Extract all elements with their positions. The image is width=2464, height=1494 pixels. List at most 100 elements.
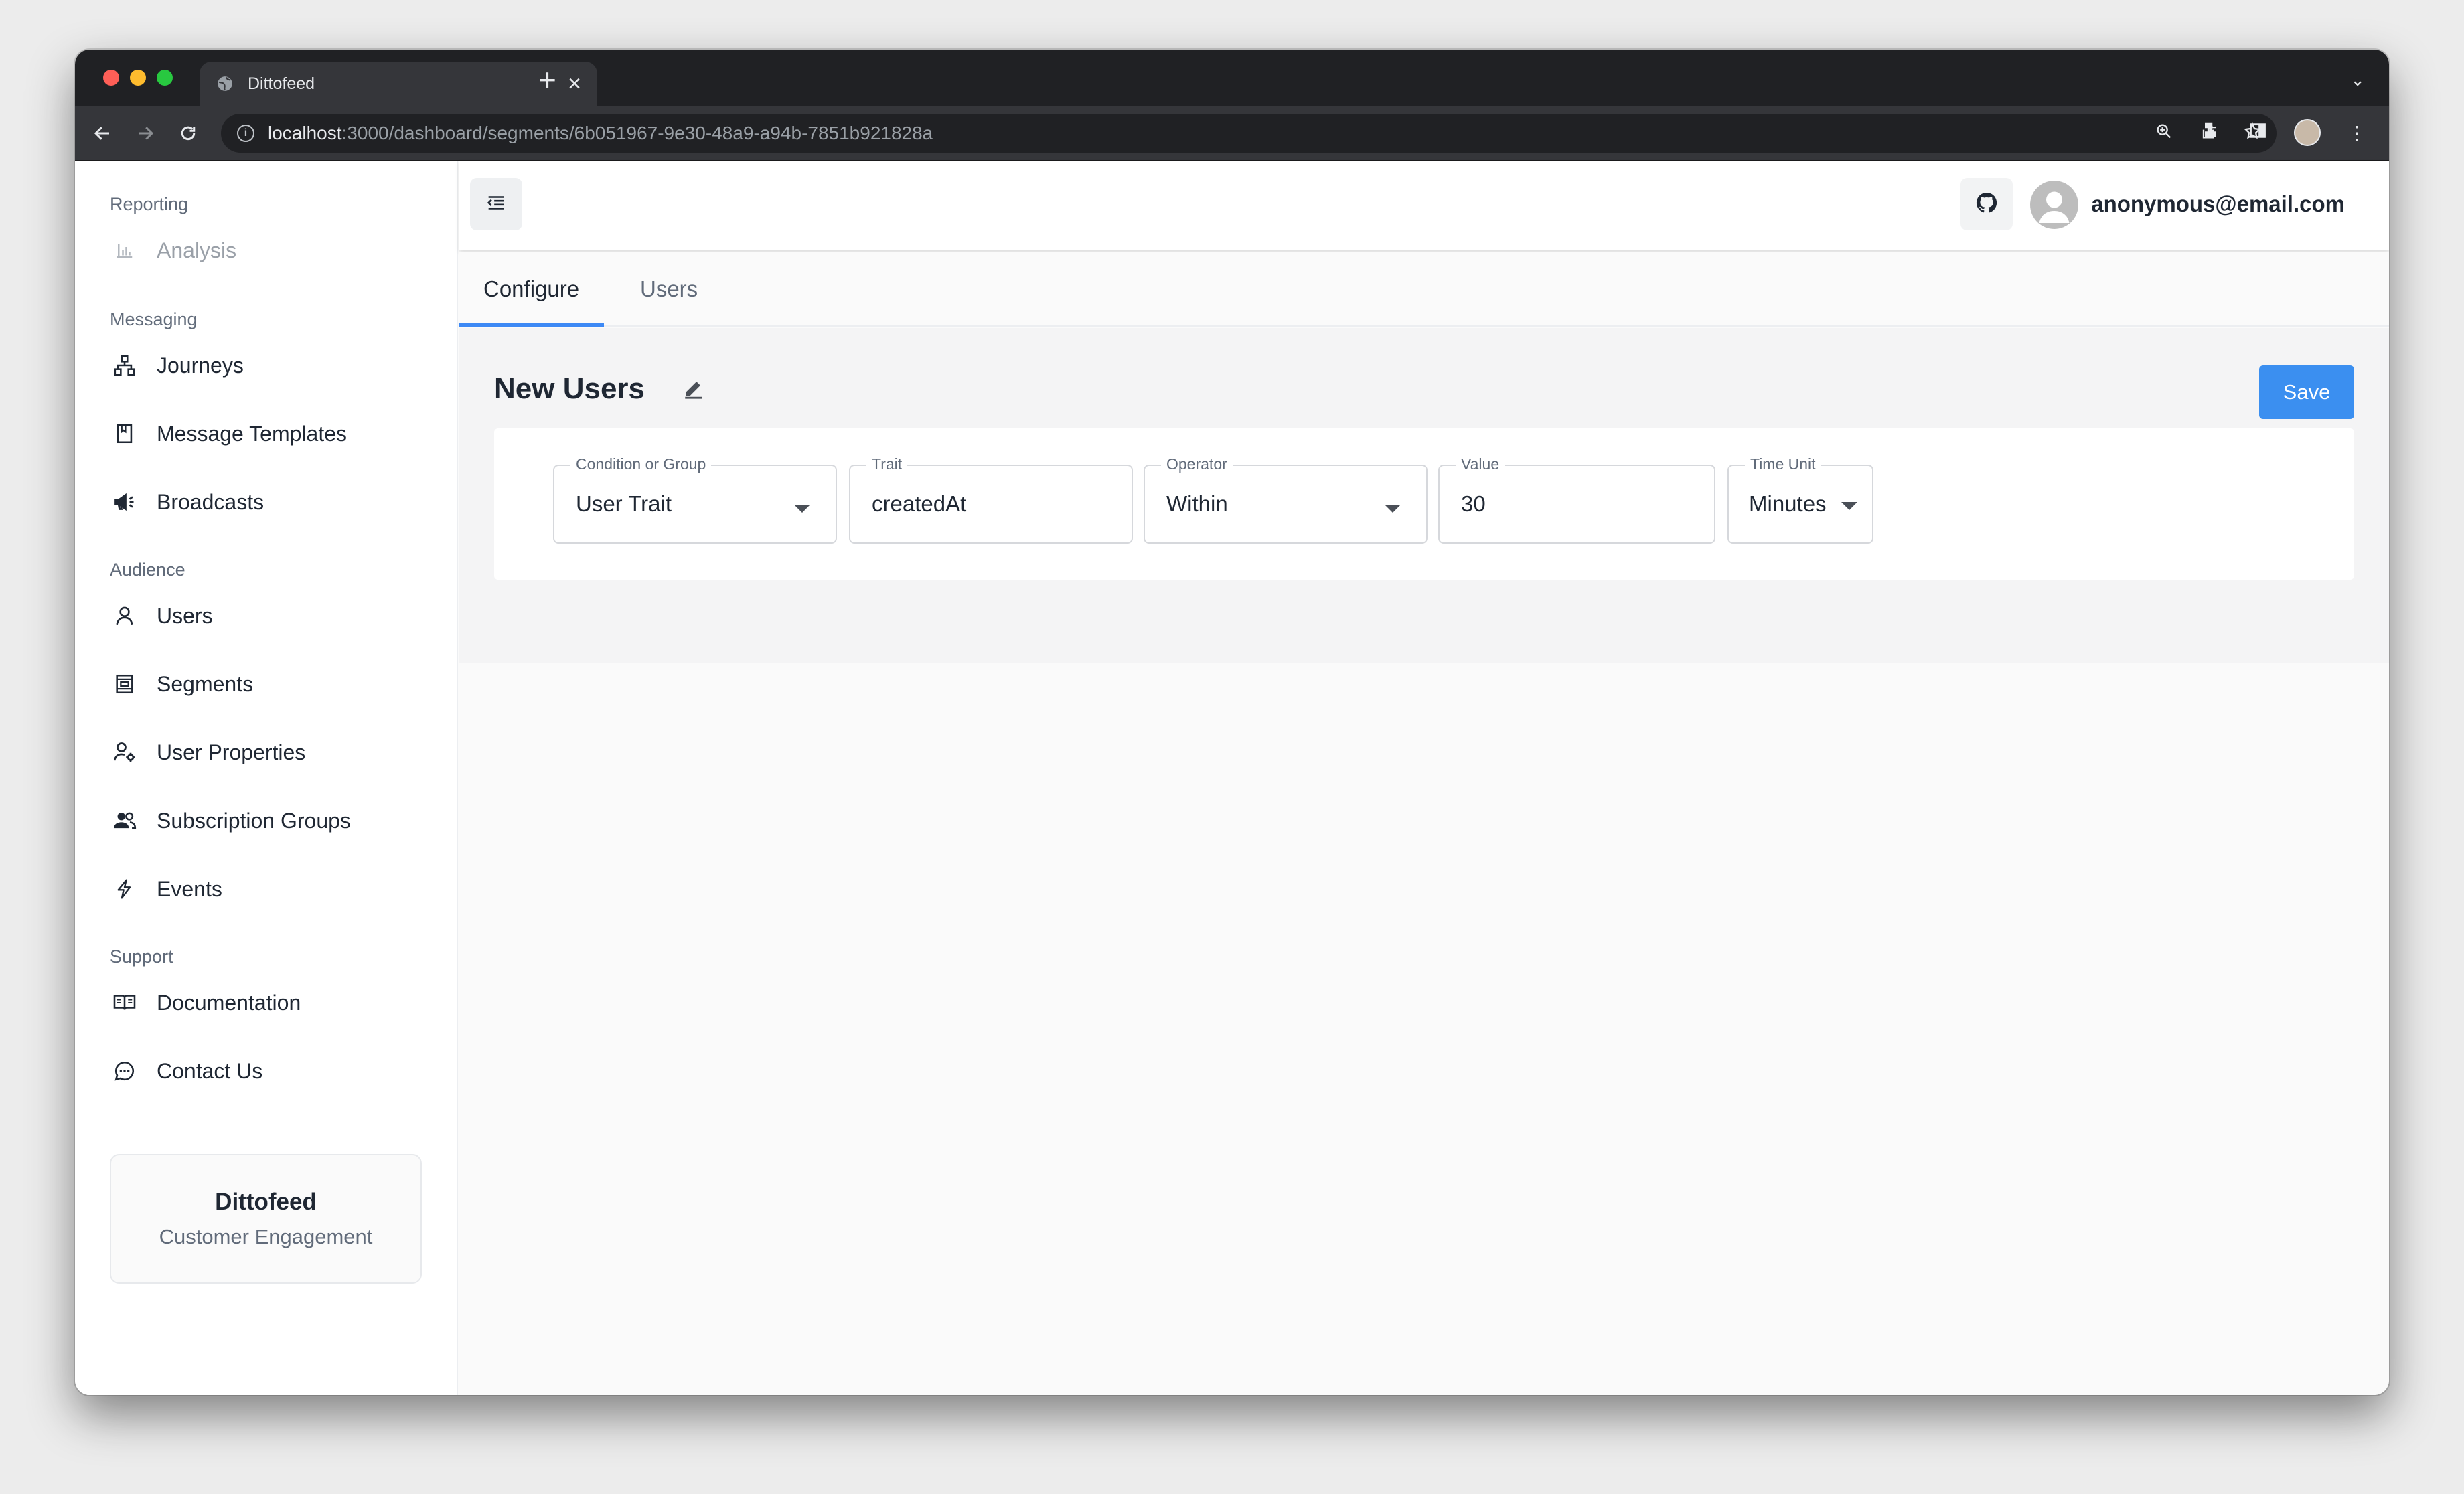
sidebar-item-label: Events (157, 876, 222, 901)
app-header: anonymous@email.com (459, 161, 2389, 250)
back-icon[interactable] (88, 119, 117, 147)
user-email[interactable]: anonymous@email.com (2091, 191, 2345, 217)
sidebar-item-subscription-groups[interactable]: Subscription Groups (110, 801, 425, 841)
field-label: Trait (866, 455, 908, 473)
close-tab-icon[interactable]: × (568, 72, 581, 95)
kebab-menu-icon[interactable]: ⋮ (2347, 122, 2366, 144)
segment-tabs: Configure Users (459, 252, 2389, 327)
section-label-audience: Audience (110, 560, 185, 580)
section-label-reporting: Reporting (110, 194, 189, 214)
browser-tab-strip: Dittofeed × + ⌄ (75, 50, 2389, 106)
browser-window: Dittofeed × + ⌄ i localhost:3000/dashboa… (75, 50, 2389, 1395)
sidebar-item-label: User Properties (157, 740, 306, 764)
operator-select[interactable]: Operator Within (1144, 455, 1428, 544)
lightning-icon (110, 874, 139, 904)
chat-icon (110, 1056, 139, 1086)
forward-icon[interactable] (131, 119, 159, 147)
brand-card: Dittofeed Customer Engagement (110, 1154, 422, 1284)
sidebar-item-label: Users (157, 603, 213, 628)
new-tab-icon[interactable]: + (538, 64, 556, 95)
brand-name: Dittofeed (215, 1189, 317, 1215)
tab-users[interactable]: Users (640, 252, 698, 327)
field-value: Minutes (1749, 491, 1827, 516)
field-label: Operator (1161, 455, 1233, 473)
sidebar-item-documentation[interactable]: Documentation (110, 983, 425, 1023)
sidebar-item-analysis: Analysis (110, 230, 425, 270)
field-value: Within (1166, 491, 1228, 516)
active-tab-indicator (459, 323, 604, 327)
github-button[interactable] (1960, 178, 2013, 230)
dropdown-caret-icon (1841, 502, 1857, 510)
time-unit-select[interactable]: Time Unit Minutes (1727, 455, 1873, 544)
browser-tab-title: Dittofeed (248, 74, 315, 93)
tab-configure[interactable]: Configure (483, 252, 579, 327)
avatar[interactable] (2030, 181, 2078, 229)
sidebar-item-label: Analysis (157, 238, 237, 262)
menu-collapse-icon (485, 191, 508, 218)
chevron-down-icon[interactable]: ⌄ (2350, 70, 2365, 90)
sidebar-toggle-button[interactable] (470, 178, 522, 230)
field-value: User Trait (576, 491, 672, 516)
window-close-button[interactable] (103, 70, 119, 86)
open-book-icon (110, 988, 139, 1017)
condition-or-group-select[interactable]: Condition or Group User Trait (553, 455, 837, 544)
user-icon (110, 601, 139, 631)
section-label-messaging: Messaging (110, 309, 198, 329)
github-icon (1975, 191, 1999, 218)
url-path: :3000/dashboard/segments/6b051967-9e30-4… (341, 122, 933, 143)
sidebar-item-events[interactable]: Events (110, 869, 425, 909)
list-box-icon (110, 669, 139, 699)
field-label: Time Unit (1745, 455, 1821, 473)
globe-icon (216, 74, 234, 93)
sidebar-item-message-templates[interactable]: Message Templates (110, 414, 425, 454)
sidebar-item-label: Subscription Groups (157, 808, 351, 833)
window-minimize-button[interactable] (130, 70, 146, 86)
sidebar-item-users[interactable]: Users (110, 596, 425, 636)
url-host: localhost (268, 122, 342, 143)
sidebar-item-label: Segments (157, 671, 254, 696)
address-bar[interactable]: i localhost:3000/dashboard/segments/6b05… (221, 114, 2277, 153)
segment-editor: New Users Save Condition or Group User T… (459, 328, 2389, 663)
window-maximize-button[interactable] (157, 70, 173, 86)
app-root: Reporting Analysis Messaging Journeys Me… (75, 161, 2389, 1395)
page-title: New Users (494, 372, 645, 405)
book-icon (110, 419, 139, 448)
browser-toolbar: i localhost:3000/dashboard/segments/6b05… (75, 106, 2389, 161)
segment-definition-card: Condition or Group User Trait Trait crea… (494, 428, 2354, 580)
side-panel-icon[interactable] (2248, 121, 2267, 145)
extensions-icon[interactable] (2202, 120, 2222, 145)
sidebar-item-label: Broadcasts (157, 489, 264, 514)
megaphone-icon (110, 487, 139, 517)
sidebar: Reporting Analysis Messaging Journeys Me… (75, 161, 458, 1395)
dropdown-caret-icon (1385, 505, 1401, 513)
sidebar-item-segments[interactable]: Segments (110, 664, 425, 704)
field-value: 30 (1461, 491, 1486, 516)
sidebar-item-label: Documentation (157, 990, 301, 1015)
field-label: Value (1456, 455, 1505, 473)
sidebar-item-contact-us[interactable]: Contact Us (110, 1051, 425, 1091)
site-info-icon[interactable]: i (237, 124, 254, 142)
section-label-support: Support (110, 946, 173, 967)
users-icon (110, 806, 139, 835)
sidebar-item-label: Message Templates (157, 421, 347, 446)
save-button[interactable]: Save (2259, 365, 2354, 419)
value-input[interactable]: Value 30 (1438, 455, 1715, 544)
field-label: Condition or Group (570, 455, 712, 473)
sidebar-item-label: Journeys (157, 353, 244, 378)
sidebar-item-label: Contact Us (157, 1058, 263, 1083)
sitemap-icon (110, 351, 139, 380)
sidebar-item-journeys[interactable]: Journeys (110, 345, 425, 386)
trait-input[interactable]: Trait createdAt (849, 455, 1133, 544)
pencil-icon[interactable] (680, 375, 707, 402)
reload-icon[interactable] (174, 119, 202, 147)
bar-chart-icon (110, 236, 139, 265)
sidebar-item-broadcasts[interactable]: Broadcasts (110, 482, 425, 522)
field-value: createdAt (872, 491, 967, 516)
sidebar-item-user-properties[interactable]: User Properties (110, 732, 425, 772)
profile-avatar-icon[interactable] (2294, 119, 2321, 146)
dropdown-caret-icon (794, 505, 810, 513)
brand-subtitle: Customer Engagement (159, 1225, 373, 1248)
user-gear-icon (110, 738, 139, 767)
zoom-icon[interactable] (2155, 122, 2173, 145)
browser-tab[interactable]: Dittofeed × (200, 62, 597, 106)
